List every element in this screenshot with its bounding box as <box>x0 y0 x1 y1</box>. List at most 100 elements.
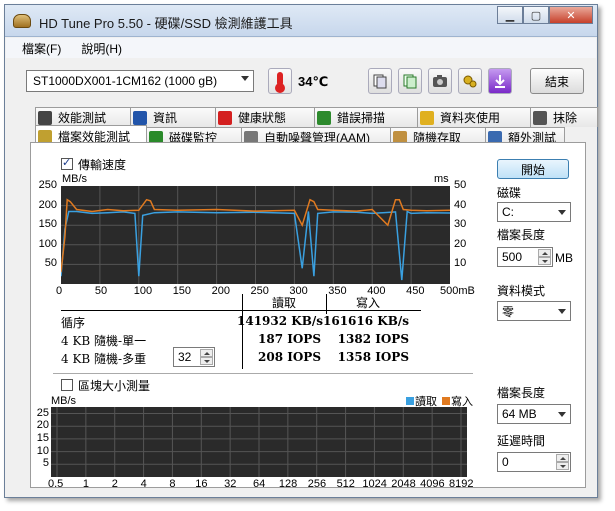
block-y-unit: MB/s <box>51 395 77 407</box>
close-button[interactable]: ✕ <box>549 6 593 24</box>
tab-health-cross[interactable]: 健康狀態 <box>215 107 315 127</box>
minimize-button[interactable]: ▁ <box>497 6 523 24</box>
x-tick: 450 <box>406 285 425 297</box>
drive-select[interactable]: ST1000DX001-1CM162 (1000 gB) <box>26 70 254 92</box>
random-single-read-value: 187 IOPS <box>258 332 321 346</box>
y-unit-right: ms <box>434 173 449 185</box>
menu-file[interactable]: 檔案(F) <box>22 40 61 57</box>
tab-magnifier[interactable]: 錯誤掃描 <box>314 107 418 127</box>
file-length-unit: MB <box>555 251 573 265</box>
gauge-icon <box>38 110 52 125</box>
data-mode-label: 資料模式 <box>497 284 546 298</box>
block-x-tick: 4 <box>140 478 147 490</box>
legend-read-swatch <box>406 397 414 405</box>
sequential-write-value: 161616 KB/s <box>323 314 409 328</box>
data-mode-select[interactable]: 零 <box>497 301 571 321</box>
disk-label: 磁碟 <box>497 186 522 200</box>
random-single-write-value: 1382 IOPS <box>337 332 409 346</box>
block-x-tick: 8 <box>169 478 176 490</box>
y-tick-left: 50 <box>44 257 57 270</box>
menu-bar: 檔案(F) 說明(H) <box>6 38 596 58</box>
chevron-down-icon <box>558 412 566 417</box>
random-multi-read-value: 208 IOPS <box>258 350 321 364</box>
x-tick: 500mB <box>440 285 475 297</box>
title-bar: HD Tune Pro 5.50 - 硬碟/SSD 檢測維護工具 ▁ ▢ ✕ <box>5 5 597 37</box>
exit-button[interactable]: 結束 <box>530 68 584 94</box>
temperature-readout: 34℃ <box>298 74 329 89</box>
file-benchmark-panel: 傳輸速度 MB/s ms 讀取 寫入 循序 141932 KB/s 161616… <box>30 142 586 490</box>
download-arrow-icon <box>495 75 505 88</box>
block-y-tick: 5 <box>42 457 49 470</box>
y-tick-left: 100 <box>38 237 57 250</box>
stepper-down-icon[interactable] <box>200 357 213 365</box>
x-tick: 400 <box>367 285 386 297</box>
tab-label: 資訊 <box>153 111 178 125</box>
block-x-tick: 64 <box>253 478 266 490</box>
block-y-tick: 25 <box>36 406 49 419</box>
gears-icon <box>463 75 477 88</box>
copy-all-icon <box>403 74 417 89</box>
block-x-tick: 1024 <box>362 478 387 490</box>
y-tick-right: 10 <box>454 257 467 270</box>
copy-info-button[interactable] <box>368 68 392 94</box>
transfer-speed-checkbox[interactable] <box>61 156 73 170</box>
y-tick-left: 200 <box>38 198 57 211</box>
chevron-down-icon <box>241 76 249 81</box>
tab-label: 資料夾使用 <box>440 111 501 125</box>
start-button[interactable]: 開始 <box>497 159 569 179</box>
transfer-chart <box>61 186 450 284</box>
tab-gauge[interactable]: 效能測試 <box>35 107 131 127</box>
camera-icon <box>433 75 447 87</box>
tab-label: 效能測試 <box>58 111 107 125</box>
disk-select[interactable]: C: <box>497 202 571 222</box>
copy-all-button[interactable] <box>398 68 422 94</box>
file-length-stepper[interactable]: 500 <box>497 247 553 267</box>
delay-stepper[interactable]: 0 <box>497 452 571 472</box>
row-label-random-multi: 4 KB 隨機-多重 <box>61 352 147 366</box>
maximize-button[interactable]: ▢ <box>523 6 549 24</box>
stepper-up-icon[interactable] <box>200 349 213 357</box>
stepper-down-icon[interactable] <box>538 257 551 265</box>
stepper-up-icon[interactable] <box>538 249 551 257</box>
row-label-sequential: 循序 <box>61 316 86 330</box>
table-divider-write <box>326 294 327 314</box>
trash-icon <box>533 110 547 125</box>
tab-label: 錯誤掃描 <box>337 111 386 125</box>
block-y-tick: 15 <box>36 431 49 444</box>
block-x-tick: 256 <box>307 478 327 490</box>
block-size-chart <box>51 407 467 477</box>
screenshot-button[interactable] <box>428 68 452 94</box>
stepper-down-icon[interactable] <box>556 462 569 470</box>
x-tick: 200 <box>211 285 230 297</box>
queue-depth-stepper[interactable]: 32 <box>173 347 215 367</box>
y-tick-right: 20 <box>454 237 467 250</box>
block-x-tick: 16 <box>195 478 208 490</box>
tab-trash[interactable]: 抹除 <box>530 107 598 127</box>
block-file-length-select[interactable]: 64 MB <box>497 404 571 424</box>
block-x-tick: 32 <box>224 478 237 490</box>
menu-help[interactable]: 說明(H) <box>81 40 122 57</box>
delay-value: 0 <box>502 455 509 469</box>
delay-label: 延遲時間 <box>497 434 546 448</box>
save-button[interactable] <box>488 68 512 94</box>
x-tick: 250 <box>250 285 269 297</box>
info-icon <box>133 110 147 125</box>
tab-folder[interactable]: 資料夾使用 <box>417 107 531 127</box>
block-x-tick: 1 <box>82 478 89 490</box>
health-cross-icon <box>218 110 232 125</box>
block-x-tick: 128 <box>278 478 298 490</box>
stepper-up-icon[interactable] <box>556 454 569 462</box>
thermometer-icon[interactable] <box>268 68 292 94</box>
x-tick: 350 <box>328 285 347 297</box>
x-tick: 100 <box>133 285 153 297</box>
tab-info[interactable]: 資訊 <box>130 107 216 127</box>
queue-depth-value: 32 <box>178 350 192 364</box>
block-size-checkbox[interactable] <box>61 379 73 391</box>
data-mode-value: 零 <box>502 304 515 319</box>
options-button[interactable] <box>458 68 482 94</box>
file-length-value: 500 <box>502 250 523 264</box>
toolbar: ST1000DX001-1CM162 (1000 gB) 34℃ 結束 <box>6 60 596 104</box>
drive-select-value: ST1000DX001-1CM162 (1000 gB) <box>33 74 218 88</box>
y-unit-left: MB/s <box>62 173 88 185</box>
y-tick-left: 250 <box>38 179 57 191</box>
